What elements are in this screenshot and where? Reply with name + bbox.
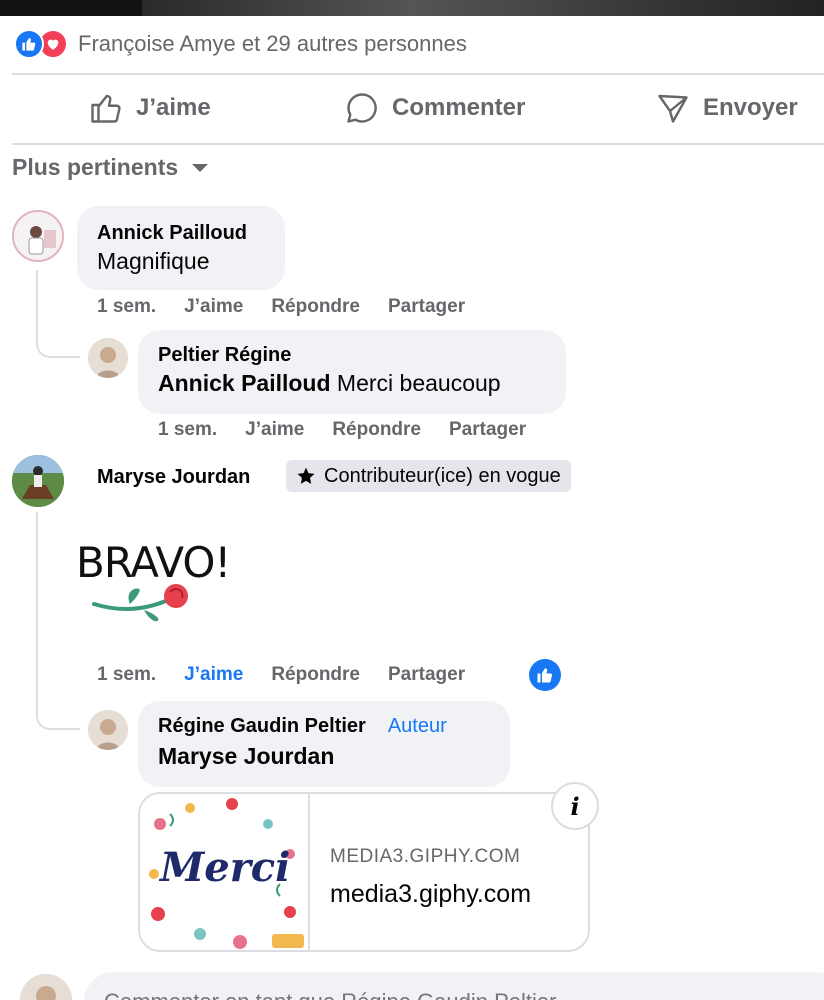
comment-text: Magnifique bbox=[97, 248, 210, 274]
send-button[interactable]: Envoyer bbox=[655, 90, 798, 126]
mention-link[interactable]: Maryse Jourdan bbox=[158, 743, 334, 770]
comment-reply-button[interactable]: Répondre bbox=[271, 664, 360, 686]
rose-icon bbox=[92, 584, 188, 622]
thumbnail-text: Merci bbox=[160, 844, 291, 891]
sticker-text: BRAVO! bbox=[76, 538, 231, 587]
avatar[interactable] bbox=[88, 710, 128, 750]
author-tag: Auteur bbox=[387, 715, 447, 737]
reply-text: Annick Pailloud Merci beaucoup bbox=[158, 370, 501, 397]
info-icon[interactable]: i bbox=[551, 782, 599, 830]
post-actions: J’aime Commenter Envoyer bbox=[0, 84, 824, 134]
top-contributor-badge[interactable]: Contributeur(ice) en vogue bbox=[286, 460, 571, 492]
like-button[interactable]: J’aime bbox=[88, 90, 211, 126]
post-image-strip bbox=[0, 0, 824, 16]
reply-message: Merci beaucoup bbox=[336, 370, 501, 396]
comment-author[interactable]: Maryse Jourdan bbox=[97, 466, 250, 489]
reply-author[interactable]: Régine Gaudin Peltier bbox=[158, 715, 366, 738]
comment-like-button[interactable]: J’aime bbox=[184, 296, 243, 318]
comment-reply-button[interactable]: Répondre bbox=[271, 296, 360, 318]
reply-bubble: Régine Gaudin Peltier Auteur Maryse Jour… bbox=[138, 701, 510, 787]
comment-share-button[interactable]: Partager bbox=[388, 664, 465, 686]
comment-button-label: Commenter bbox=[392, 94, 526, 121]
comment-meta: 1 sem. J’aime Répondre Partager bbox=[97, 664, 493, 686]
divider bbox=[12, 143, 824, 145]
link-domain: MEDIA3.GIPHY.COM bbox=[330, 846, 521, 867]
comment-author[interactable]: Annick Pailloud bbox=[97, 222, 247, 245]
link-title[interactable]: media3.giphy.com bbox=[330, 880, 531, 909]
star-icon bbox=[297, 467, 315, 484]
send-icon bbox=[658, 94, 688, 123]
like-reaction-icon[interactable] bbox=[529, 659, 561, 691]
comment-time[interactable]: 1 sem. bbox=[97, 664, 156, 686]
reply-reply-button[interactable]: Répondre bbox=[332, 419, 421, 441]
comment-like-button[interactable]: J’aime bbox=[184, 664, 243, 686]
send-button-label: Envoyer bbox=[703, 94, 798, 121]
reactions-summary-text[interactable]: Françoise Amye et 29 autres personnes bbox=[78, 31, 467, 57]
comment-button[interactable]: Commenter bbox=[344, 90, 525, 126]
comment-meta: 1 sem. J’aime Répondre Partager bbox=[97, 296, 493, 318]
comment-sort-dropdown[interactable]: Plus pertinents bbox=[12, 154, 209, 181]
reply-time[interactable]: 1 sem. bbox=[158, 419, 217, 441]
reply-header: Régine Gaudin Peltier Auteur bbox=[158, 715, 447, 738]
avatar bbox=[20, 974, 72, 1000]
reply-share-button[interactable]: Partager bbox=[449, 419, 526, 441]
like-reaction-icon bbox=[14, 29, 44, 59]
comment-share-button[interactable]: Partager bbox=[388, 296, 465, 318]
avatar[interactable] bbox=[12, 210, 64, 262]
comment-bubble-icon bbox=[347, 93, 377, 123]
comment-time[interactable]: 1 sem. bbox=[97, 296, 156, 318]
badge-label: Contributeur(ice) en vogue bbox=[324, 464, 561, 487]
like-button-label: J’aime bbox=[136, 94, 211, 121]
comment-input[interactable] bbox=[104, 984, 804, 1000]
link-thumbnail: Merci bbox=[140, 794, 310, 950]
reply-author[interactable]: Peltier Régine bbox=[158, 344, 291, 367]
reply-like-button[interactable]: J’aime bbox=[245, 419, 304, 441]
bravo-sticker[interactable]: BRAVO! bbox=[76, 538, 231, 638]
mention-link[interactable]: Annick Pailloud bbox=[158, 370, 331, 396]
reply-thread-line bbox=[36, 512, 80, 730]
post-image[interactable] bbox=[142, 0, 824, 16]
avatar[interactable] bbox=[12, 455, 64, 507]
comment-composer[interactable] bbox=[84, 972, 824, 1000]
reply-thread-line bbox=[36, 270, 80, 358]
reactions-summary[interactable]: Françoise Amye et 29 autres personnes bbox=[14, 28, 467, 60]
reply-bubble: Peltier Régine Annick Pailloud Merci bea… bbox=[138, 330, 566, 414]
sort-label: Plus pertinents bbox=[12, 154, 179, 180]
link-preview-card[interactable]: Merci MEDIA3.GIPHY.COM media3.giphy.com bbox=[138, 792, 590, 952]
avatar[interactable] bbox=[88, 338, 128, 378]
caret-down-icon bbox=[192, 163, 209, 172]
thumbs-up-icon bbox=[91, 94, 121, 123]
comment-bubble: Annick Pailloud Magnifique bbox=[77, 206, 285, 290]
divider bbox=[12, 73, 824, 75]
reply-meta: 1 sem. J’aime Répondre Partager bbox=[158, 419, 554, 441]
